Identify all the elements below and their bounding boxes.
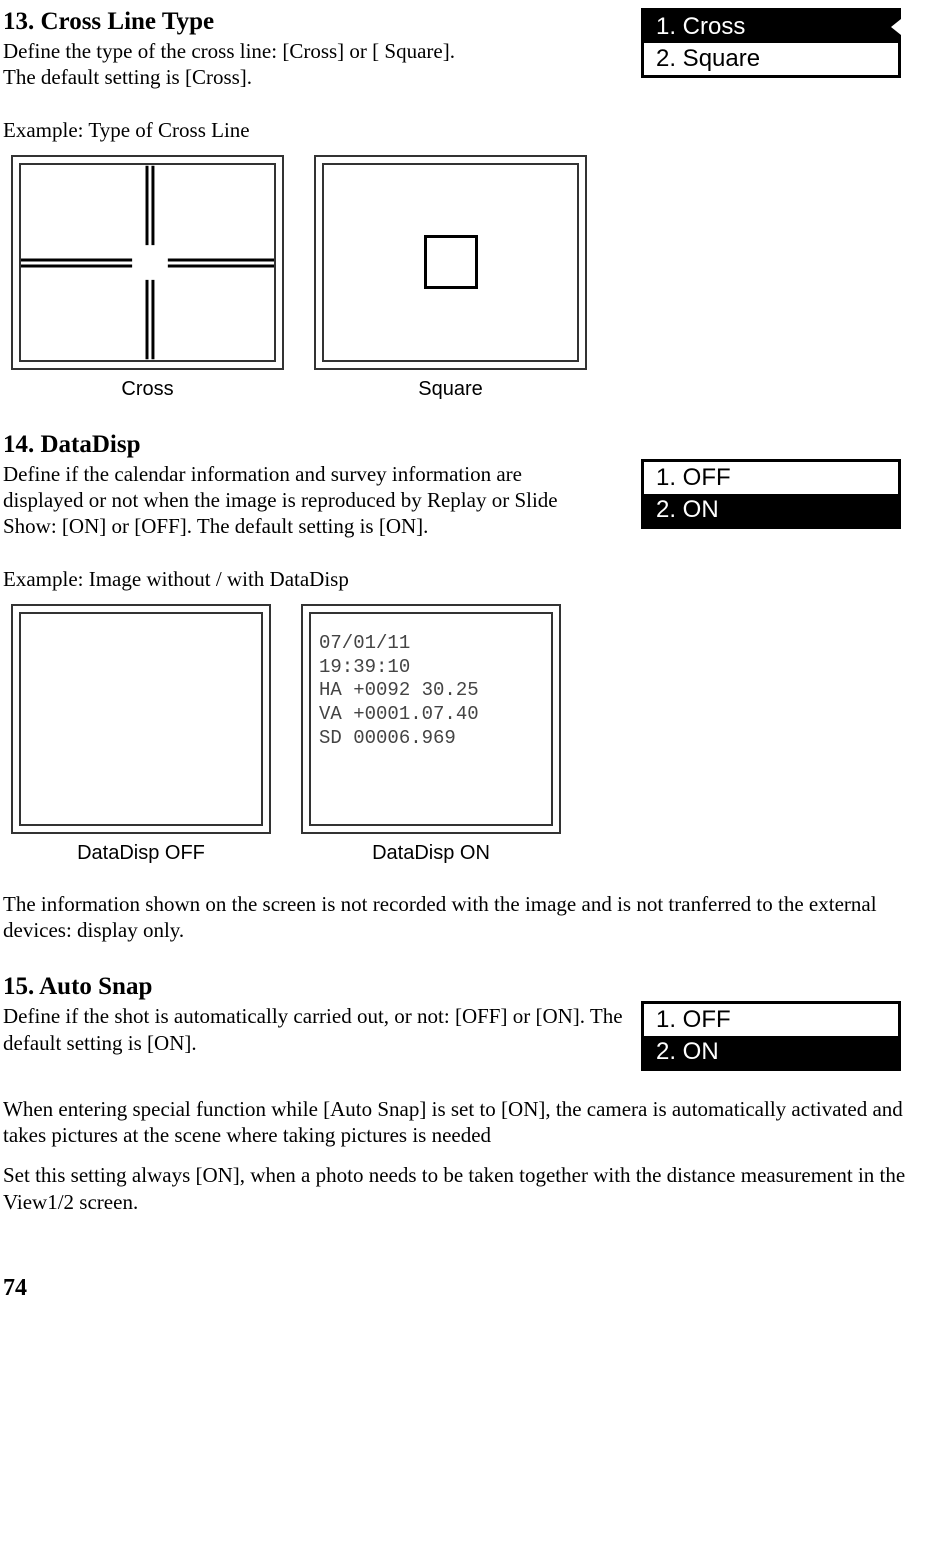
menu-option-datadisp-off[interactable]: 1. OFF: [644, 462, 898, 494]
heading-datadisp: 14. DataDisp: [3, 431, 921, 459]
text-s15-p2: When entering special function while [Au…: [3, 1096, 921, 1149]
figure-label-square: Square: [418, 378, 483, 401]
square-mark-icon: [424, 235, 478, 289]
text-s13-line1: Define the type of the cross line: [Cros…: [3, 38, 583, 64]
text-s14-example: Example: Image without / with DataDisp: [3, 566, 921, 592]
figure-datadisp-off: DataDisp OFF: [11, 604, 271, 865]
figure-datadisp-on: 07/01/11 19:39:10 HA +0092 30.25 VA +000…: [301, 604, 561, 865]
text-s15-p3: Set this setting always [ON], when a pho…: [3, 1162, 921, 1215]
text-s13-line2: The default setting is [Cross].: [3, 64, 583, 90]
cross-line-icon: [21, 165, 274, 360]
menu-auto-snap[interactable]: 1. OFF 2. ON: [641, 1001, 901, 1071]
figure-label-datadisp-on: DataDisp ON: [372, 842, 490, 865]
overlay-date: 07/01/11: [319, 632, 551, 656]
text-s15-body: Define if the shot is automatically carr…: [3, 1003, 623, 1056]
overlay-sd: SD 00006.969: [319, 727, 551, 751]
figure-label-datadisp-off: DataDisp OFF: [77, 842, 205, 865]
page-number: 74: [3, 1275, 921, 1302]
text-s14-body: Define if the calendar information and s…: [3, 461, 583, 540]
overlay-va: VA +0001.07.40: [319, 703, 551, 727]
menu-cross-line-type[interactable]: 1. Cross 2. Square: [641, 8, 901, 78]
menu-option-cross[interactable]: 1. Cross: [644, 11, 898, 43]
figure-square: Square: [314, 155, 587, 401]
menu-option-autosnap-off[interactable]: 1. OFF: [644, 1004, 898, 1036]
heading-auto-snap: 15. Auto Snap: [3, 973, 921, 1001]
text-s13-example: Example: Type of Cross Line: [3, 117, 921, 143]
menu-option-autosnap-on[interactable]: 2. ON: [644, 1036, 898, 1068]
menu-option-square[interactable]: 2. Square: [644, 43, 898, 75]
figure-label-cross: Cross: [121, 378, 173, 401]
figure-cross: Cross: [11, 155, 284, 401]
menu-option-datadisp-on[interactable]: 2. ON: [644, 494, 898, 526]
menu-datadisp[interactable]: 1. OFF 2. ON: [641, 459, 901, 529]
text-s14-note: The information shown on the screen is n…: [3, 891, 921, 944]
overlay-time: 19:39:10: [319, 656, 551, 680]
overlay-ha: HA +0092 30.25: [319, 679, 551, 703]
